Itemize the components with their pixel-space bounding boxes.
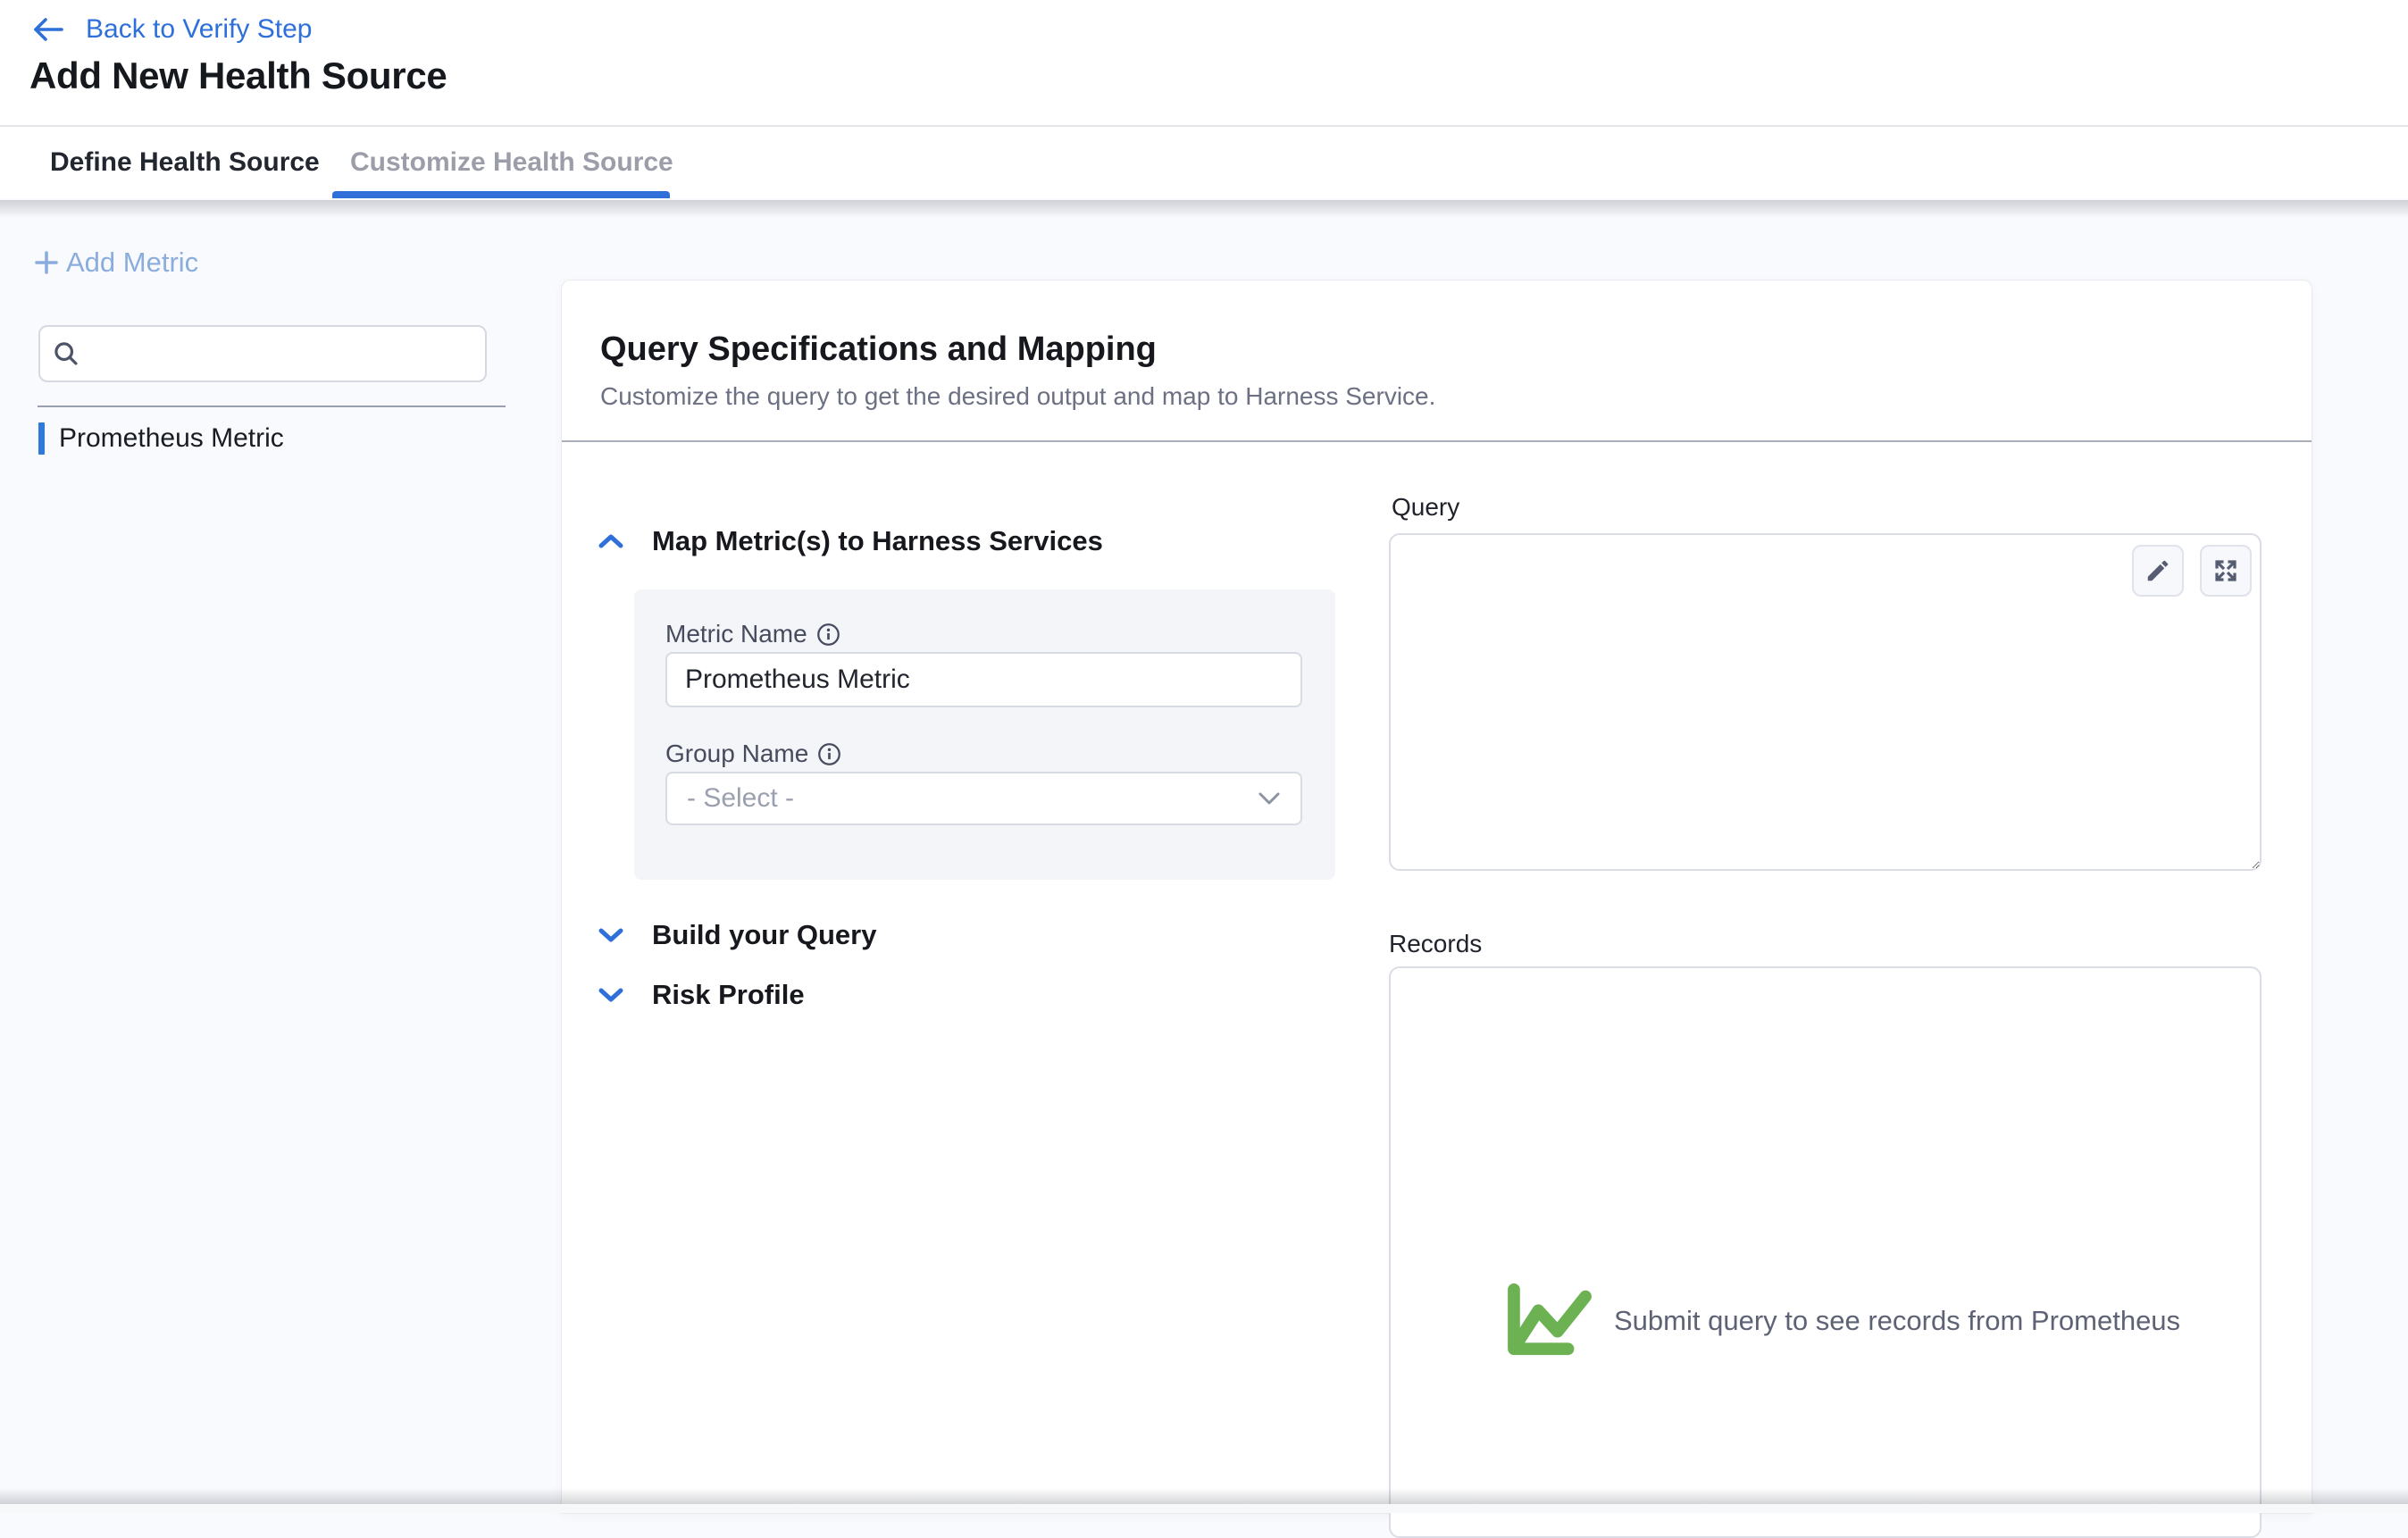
expand-query-button[interactable] <box>2200 545 2252 597</box>
add-metric-label: Add Metric <box>66 247 198 279</box>
group-name-label-row: Group Name <box>665 740 841 768</box>
add-health-source-page: Back to Verify Step Add New Health Sourc… <box>0 0 2408 1513</box>
back-to-verify-step-link[interactable]: Back to Verify Step <box>32 9 312 50</box>
chevron-up-icon <box>598 533 623 549</box>
line-chart-icon <box>1503 1283 1598 1359</box>
back-link-label: Back to Verify Step <box>86 14 312 45</box>
info-icon[interactable] <box>817 742 841 766</box>
panel-divider <box>562 440 2312 442</box>
chevron-down-icon <box>1258 791 1281 806</box>
maximize-icon <box>2212 557 2239 584</box>
chevron-down-icon <box>598 927 623 943</box>
group-name-select[interactable]: - Select - <box>665 772 1302 825</box>
tab-customize-health-source[interactable]: Customize Health Source <box>350 127 673 198</box>
sidebar-item-prometheus-metric[interactable]: Prometheus Metric <box>38 422 284 455</box>
info-icon[interactable] <box>816 623 840 647</box>
search-icon <box>53 340 79 367</box>
tabbar-shadow <box>0 200 2408 218</box>
panel-heading: Query Specifications and Mapping <box>600 330 1157 369</box>
page-header: Back to Verify Step Add New Health Sourc… <box>0 0 2408 125</box>
metric-name-label: Metric Name <box>665 620 807 648</box>
section-toggle-risk-profile[interactable]: Risk Profile <box>598 977 805 1013</box>
tab-define-health-source[interactable]: Define Health Source <box>50 127 320 198</box>
records-panel: Submit query to see records from Prometh… <box>1389 966 2262 1538</box>
metric-search-input[interactable] <box>90 327 485 380</box>
section-title-map-metrics: Map Metric(s) to Harness Services <box>652 525 1103 557</box>
query-specifications-panel: Query Specifications and Mapping Customi… <box>562 280 2312 1513</box>
pencil-icon <box>2145 557 2171 584</box>
chevron-down-icon <box>598 987 623 1003</box>
group-name-placeholder: - Select - <box>687 783 794 814</box>
query-textarea[interactable] <box>1389 533 2262 871</box>
query-editor <box>1389 533 2262 871</box>
health-source-tabbar: Define Health Source Customize Health So… <box>0 125 2408 198</box>
panel-subheading: Customize the query to get the desired o… <box>600 382 1435 411</box>
section-toggle-map-metrics[interactable]: Map Metric(s) to Harness Services <box>598 523 1103 559</box>
records-empty-message: Submit query to see records from Prometh… <box>1614 1305 2180 1337</box>
records-label: Records <box>1389 930 1482 958</box>
metric-item-label: Prometheus Metric <box>59 423 284 454</box>
edit-query-button[interactable] <box>2132 545 2184 597</box>
add-metric-button[interactable]: Add Metric <box>33 247 198 279</box>
group-name-label: Group Name <box>665 740 808 768</box>
query-label: Query <box>1392 493 1459 522</box>
section-title-build-query: Build your Query <box>652 919 876 951</box>
map-metrics-card: Metric Name Group Name - Select - <box>634 589 1335 880</box>
metric-name-label-row: Metric Name <box>665 620 840 648</box>
selected-indicator-bar <box>38 422 45 455</box>
footer-strip <box>0 1504 2408 1513</box>
page-title: Add New Health Source <box>29 54 447 97</box>
section-toggle-build-query[interactable]: Build your Query <box>598 917 876 953</box>
plus-icon <box>33 249 60 276</box>
arrow-left-icon <box>32 17 64 42</box>
active-tab-underline <box>332 191 670 198</box>
metric-name-input[interactable] <box>665 652 1302 707</box>
sidebar-divider <box>38 405 506 407</box>
section-title-risk-profile: Risk Profile <box>652 979 805 1011</box>
metric-search-box <box>38 325 487 382</box>
records-empty-state: Submit query to see records from Prometh… <box>1503 1283 2180 1359</box>
